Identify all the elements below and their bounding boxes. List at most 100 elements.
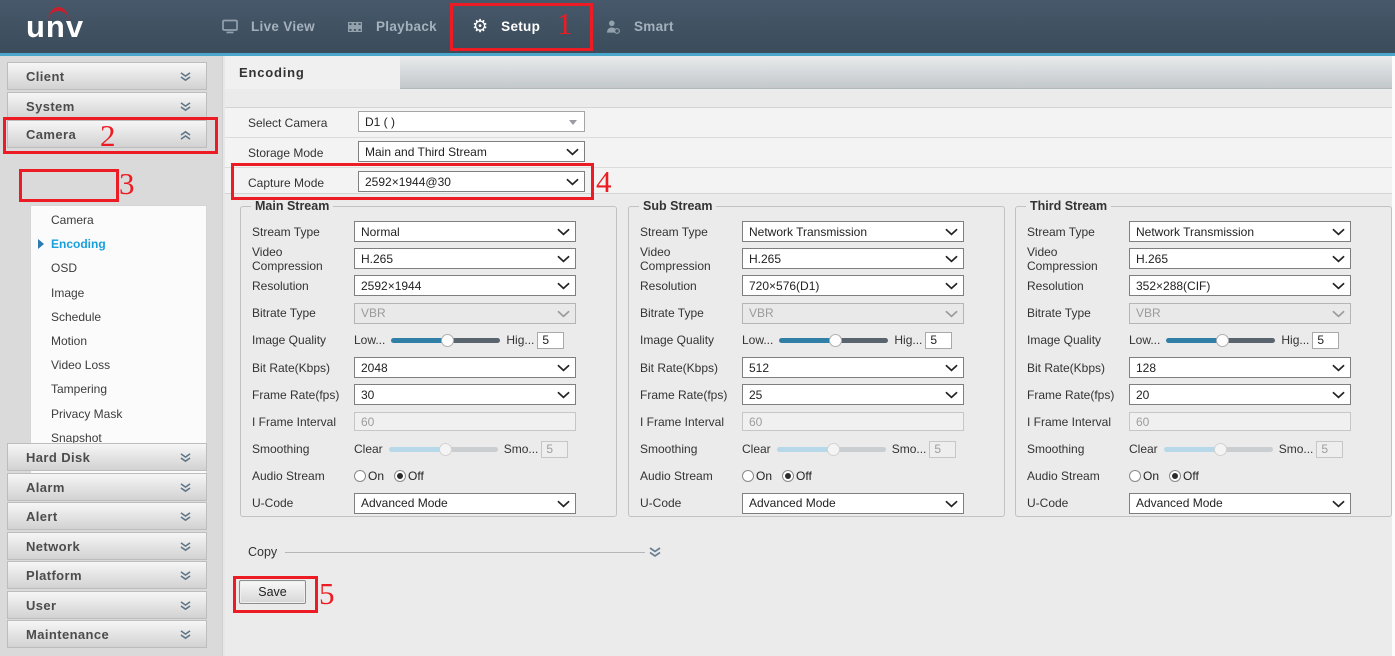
sidebar-item-image[interactable]: Image: [31, 281, 206, 305]
third-video-compression-select[interactable]: H.265: [1129, 248, 1351, 269]
capture-mode-select[interactable]: 2592×1944@30: [358, 171, 585, 192]
main-resolution-select[interactable]: 2592×1944: [354, 275, 576, 296]
nav-smart-label: Smart: [634, 19, 674, 34]
third-frame-rate-select[interactable]: 20: [1129, 384, 1351, 405]
sub-audio-off-radio[interactable]: [782, 470, 794, 482]
sidebar-section-alert[interactable]: Alert: [7, 502, 207, 530]
i-frame-interval-label: I Frame Interval: [241, 415, 354, 429]
sidebar-item-privacy-mask[interactable]: Privacy Mask: [31, 402, 206, 426]
main-bit-rate-select[interactable]: 2048: [354, 357, 576, 378]
chevron-down-icon: [557, 391, 570, 399]
bit-rate-label: Bit Rate(Kbps): [1016, 361, 1129, 375]
tab-encoding[interactable]: Encoding: [225, 56, 400, 89]
capture-mode-value: 2592×1944@30: [359, 175, 451, 189]
third-resolution-select[interactable]: 352×288(CIF): [1129, 275, 1351, 296]
sidebar-content-divider: [222, 56, 223, 656]
sidebar-item-tampering[interactable]: Tampering: [31, 377, 206, 401]
sub-image-quality-input[interactable]: [925, 332, 952, 349]
on-label: On: [368, 469, 384, 483]
sidebar-section-hard-disk[interactable]: Hard Disk: [7, 443, 207, 471]
frame-rate-label: Frame Rate(fps): [241, 388, 354, 402]
third-u-code-select[interactable]: Advanced Mode: [1129, 493, 1351, 514]
sidebar-section-hard-disk-label: Hard Disk: [8, 450, 90, 465]
sidebar-item-osd-label: OSD: [51, 261, 77, 275]
sidebar-item-encoding[interactable]: Encoding: [31, 232, 206, 256]
slider-track: [833, 447, 885, 452]
main-frame-rate-select[interactable]: 30: [354, 384, 576, 405]
slider-thumb[interactable]: [441, 334, 454, 347]
chevron-double-down-icon: [179, 601, 192, 611]
sidebar-item-camera[interactable]: Camera: [31, 208, 206, 232]
save-button[interactable]: Save: [239, 580, 306, 604]
third-audio-off-radio[interactable]: [1169, 470, 1181, 482]
chevron-down-icon: [945, 228, 958, 236]
image-quality-label: Image Quality: [629, 333, 742, 347]
slider-track: [1223, 338, 1275, 343]
main-stream-type-select[interactable]: Normal: [354, 221, 576, 242]
main-audio-off-radio[interactable]: [394, 470, 406, 482]
resolution-label: Resolution: [629, 279, 742, 293]
third-image-quality-slider[interactable]: [1166, 334, 1275, 347]
sidebar-item-motion[interactable]: Motion: [31, 329, 206, 353]
sub-audio-on-radio[interactable]: [742, 470, 754, 482]
sidebar-section-alarm[interactable]: Alarm: [7, 473, 207, 501]
sub-resolution-select[interactable]: 720×576(D1): [742, 275, 964, 296]
main-image-quality-slider[interactable]: [391, 334, 500, 347]
sidebar-section-maintenance[interactable]: Maintenance: [7, 620, 207, 648]
nav-playback[interactable]: Playback: [347, 0, 437, 53]
sub-stream-type-select[interactable]: Network Transmission: [742, 221, 964, 242]
nav-setup[interactable]: ⚙ Setup: [472, 0, 540, 53]
sub-stream-panel: Sub Stream Stream Type Network Transmiss…: [628, 206, 1005, 517]
chevron-down-icon: [945, 255, 958, 263]
sub-video-compression-select[interactable]: H.265: [742, 248, 964, 269]
sidebar-section-user[interactable]: User: [7, 591, 207, 619]
main-video-compression-select[interactable]: H.265: [354, 248, 576, 269]
slider-thumb[interactable]: [1216, 334, 1229, 347]
main-image-quality-input[interactable]: [537, 332, 564, 349]
sub-bit-rate-select[interactable]: 512: [742, 357, 964, 378]
u-code-label: U-Code: [241, 496, 354, 510]
sidebar-item-osd[interactable]: OSD: [31, 256, 206, 280]
copy-expand-chevron-icon[interactable]: [648, 547, 662, 558]
third-smoothing-input: [1316, 441, 1343, 458]
slider-thumb[interactable]: [829, 334, 842, 347]
third-audio-on-radio[interactable]: [1129, 470, 1141, 482]
on-label: On: [1143, 469, 1159, 483]
sidebar-item-schedule[interactable]: Schedule: [31, 305, 206, 329]
film-icon: [347, 20, 363, 34]
bit-rate-label: Bit Rate(Kbps): [629, 361, 742, 375]
nav-live-view[interactable]: Live View: [222, 0, 315, 53]
sidebar-section-client[interactable]: Client: [7, 62, 207, 90]
sub-u-code-select[interactable]: Advanced Mode: [742, 493, 964, 514]
main-u-code-select[interactable]: Advanced Mode: [354, 493, 576, 514]
chevron-down-icon: [1332, 391, 1345, 399]
sidebar-section-alert-label: Alert: [8, 509, 58, 524]
sub-image-quality-slider[interactable]: [779, 334, 888, 347]
storage-mode-select[interactable]: Main and Third Stream: [358, 141, 585, 162]
sidebar-item-video-loss[interactable]: Video Loss: [31, 353, 206, 377]
select-camera-dropdown[interactable]: D1 ( ): [358, 111, 585, 132]
chevron-double-down-icon: [179, 72, 192, 82]
main-audio-on-radio[interactable]: [354, 470, 366, 482]
sidebar-section-network[interactable]: Network: [7, 532, 207, 560]
sidebar-section-platform[interactable]: Platform: [7, 561, 207, 589]
sidebar: Client System Camera Camera Enc: [0, 56, 222, 656]
third-image-quality-input[interactable]: [1312, 332, 1339, 349]
main-resolution-value: 2592×1944: [355, 279, 421, 293]
third-stream-type-value: Network Transmission: [1130, 225, 1254, 239]
sub-frame-rate-select[interactable]: 25: [742, 384, 964, 405]
third-bit-rate-select[interactable]: 128: [1129, 357, 1351, 378]
sidebar-section-camera-label: Camera: [8, 127, 76, 142]
chevron-down-icon: [1332, 310, 1345, 318]
third-stream-type-select[interactable]: Network Transmission: [1129, 221, 1351, 242]
stream-type-label: Stream Type: [241, 225, 354, 239]
sub-bitrate-type-value: VBR: [743, 306, 774, 320]
main-bitrate-type-value: VBR: [355, 306, 386, 320]
sidebar-section-system[interactable]: System: [7, 92, 207, 120]
sidebar-section-camera[interactable]: Camera: [7, 120, 207, 148]
chevron-double-down-icon: [179, 483, 192, 493]
third-stream-panel: Third Stream Stream Type Network Transmi…: [1015, 206, 1392, 517]
chevron-double-down-icon: [179, 512, 192, 522]
chevron-down-icon: [1332, 364, 1345, 372]
nav-smart[interactable]: Smart: [605, 0, 674, 53]
